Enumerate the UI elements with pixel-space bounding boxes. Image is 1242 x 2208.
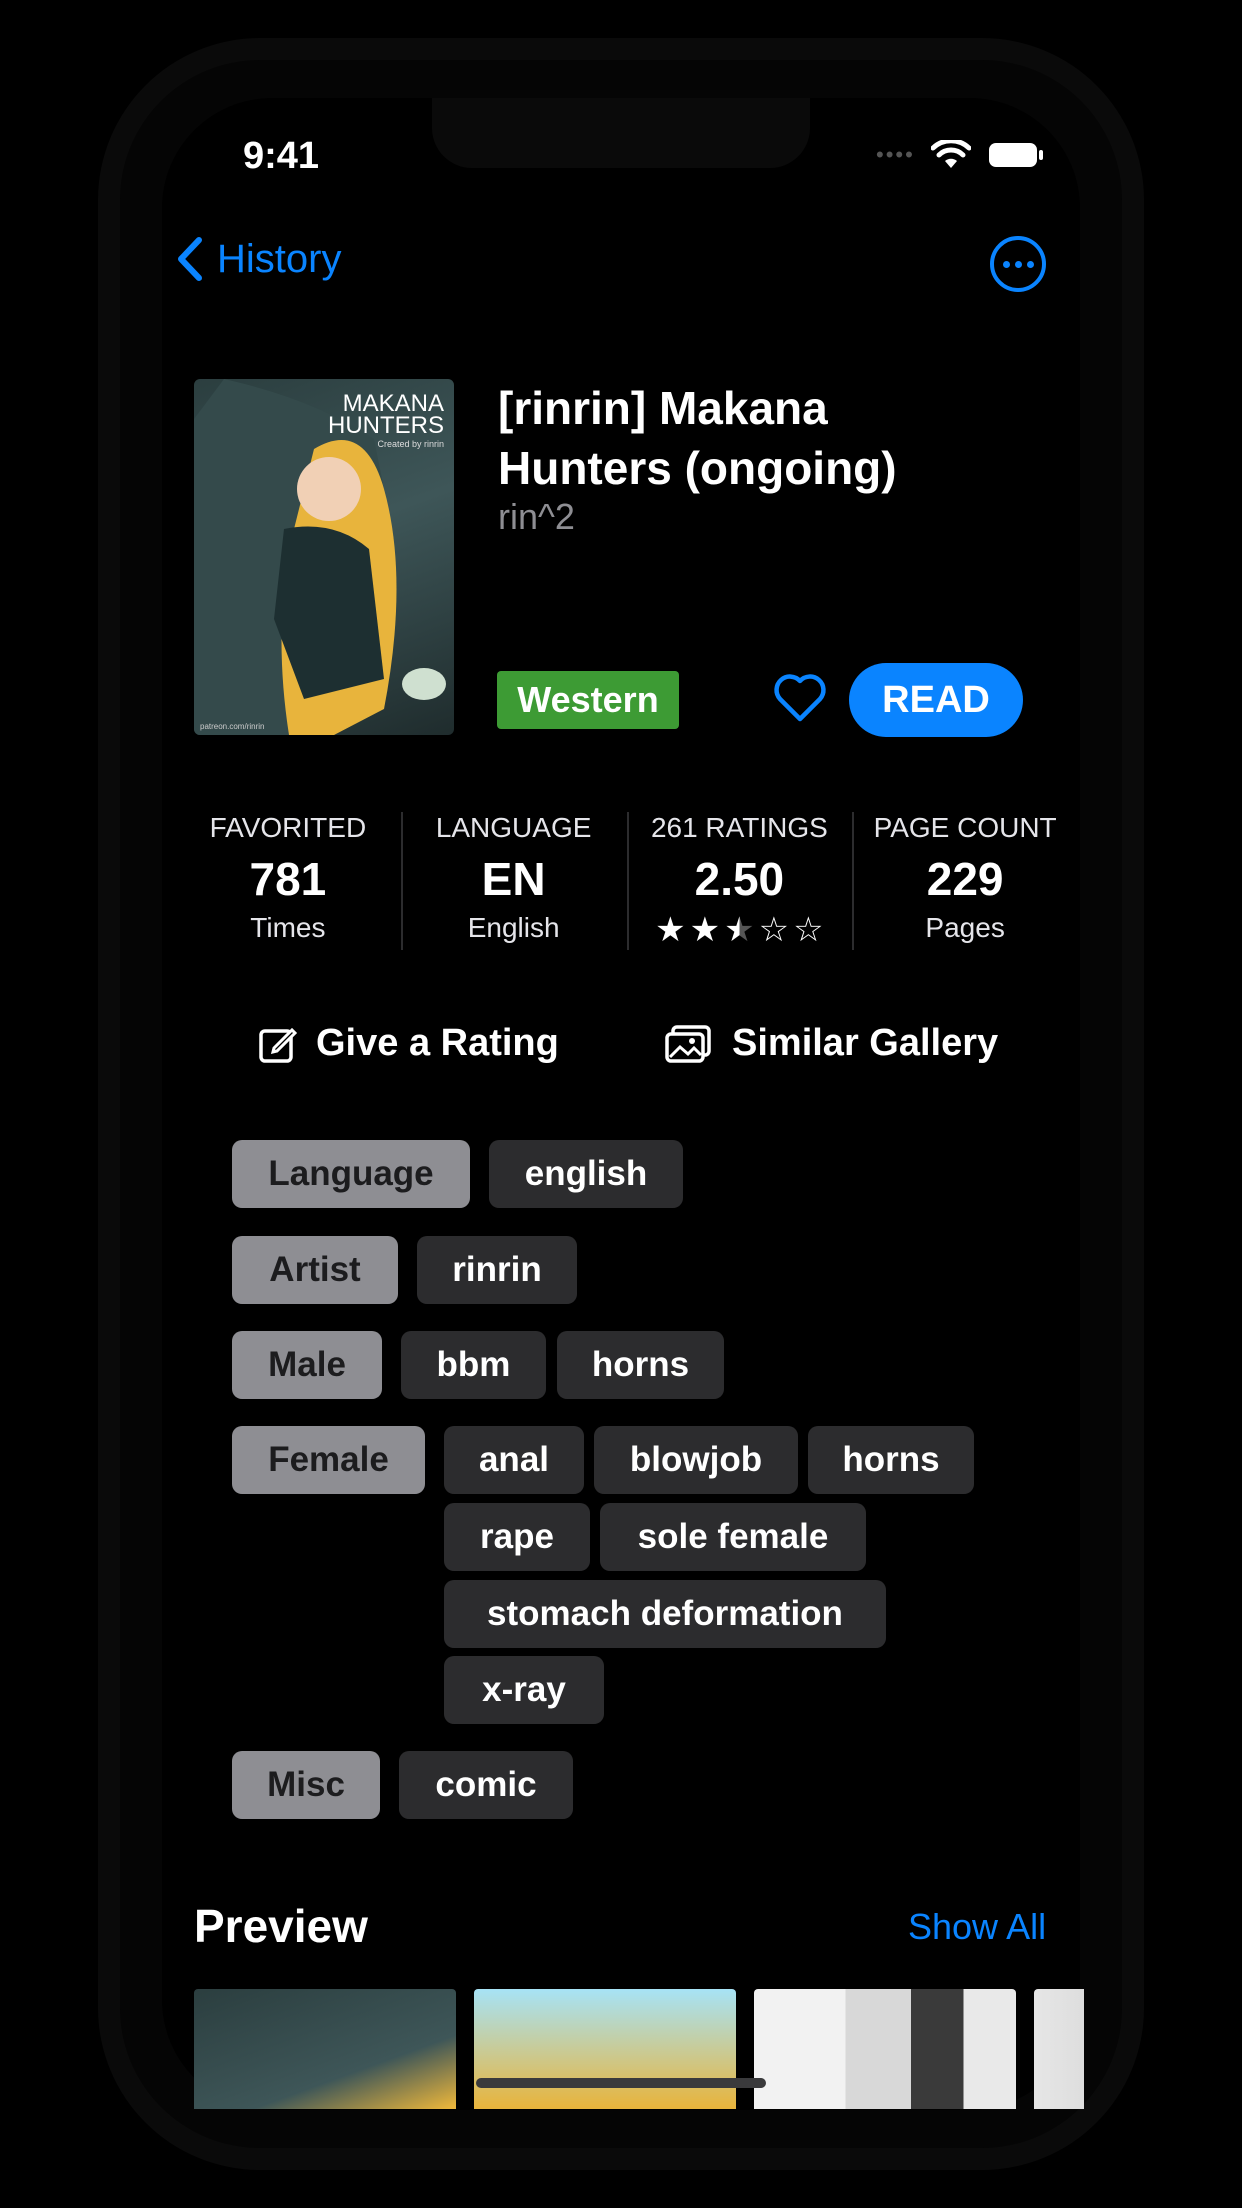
preview-strip[interactable] [194,1989,1084,2109]
tag-namespace-language: Language [232,1140,470,1208]
similar-gallery-button[interactable]: Similar Gallery [664,1022,998,1065]
stats-row: FAVORITED 781 Times LANGUAGE EN English … [175,806,1078,956]
gallery-cover[interactable]: MAKANA HUNTERS Created by rinrin patreon… [194,379,454,735]
tag-item[interactable]: bbm [401,1331,546,1399]
stat-sub: Pages [925,912,1005,943]
cover-credit: Created by rinrin [377,439,444,449]
similar-gallery-label: Similar Gallery [732,1022,999,1064]
tag-namespace-artist: Artist [232,1236,398,1304]
stat-label: 261 RATINGS [650,812,828,843]
more-options-button[interactable] [990,236,1046,292]
tag-item[interactable]: horns [808,1426,974,1494]
preview-thumbnail[interactable] [474,1989,736,2109]
tag-item[interactable]: horns [557,1331,724,1399]
stat-value: 229 [926,853,1004,905]
stat-label: PAGE COUNT [873,812,1057,843]
square-pencil-icon [259,1027,298,1063]
stat-language: LANGUAGE EN English [400,806,627,956]
cover-art: MAKANA HUNTERS Created by rinrin patreon… [194,379,446,735]
heart-icon [774,674,826,722]
status-time: 9:41 [243,135,320,177]
photo-stack-icon [665,1024,711,1063]
stat-value: 781 [249,853,327,905]
tag-item[interactable]: sole female [600,1503,866,1571]
back-button[interactable]: History [175,236,341,282]
preview-thumbnail[interactable] [194,1989,456,2109]
gallery-uploader[interactable]: rin^2 [498,496,575,538]
tag-namespace-misc: Misc [232,1751,380,1819]
star-icon: ★ [655,911,686,949]
chevron-left-icon [178,237,202,281]
cover-footer: patreon.com/rinrin [200,722,264,731]
rating-stars: ★ ★ ★ ☆ ☆ [627,910,853,950]
cover-title-2: HUNTERS [328,412,444,439]
category-badge: Western [497,671,679,729]
preview-heading: Preview [194,1900,368,1952]
tag-item[interactable]: stomach deformation [444,1580,886,1648]
tag-item[interactable]: anal [444,1426,584,1494]
stat-ratings: 261 RATINGS 2.50 ★ ★ ★ ☆ ☆ [626,806,853,956]
tag-item[interactable]: x-ray [444,1656,604,1724]
favorite-button[interactable] [772,673,828,728]
dynamic-island [432,98,810,168]
home-indicator [476,2078,766,2088]
stat-sub: English [467,912,560,943]
star-icon: ★ [724,911,755,949]
ellipsis-icon [1002,260,1010,268]
tag-item[interactable]: rape [444,1503,590,1571]
status-icons: •••• [876,140,1045,170]
show-all-button[interactable]: Show All [908,1906,1046,1948]
stat-pages: PAGE COUNT 229 Pages [852,806,1078,956]
give-rating-button[interactable]: Give a Rating [258,1022,559,1065]
back-label: History [217,236,342,281]
stat-label: LANGUAGE [435,812,592,843]
star-icon: ☆ [758,911,790,949]
stat-value: 2.50 [694,853,785,905]
tag-item[interactable]: blowjob [594,1426,798,1494]
read-button[interactable]: READ [849,663,1023,737]
stat-label: FAVORITED [209,812,367,843]
give-rating-label: Give a Rating [316,1022,559,1064]
tag-item[interactable]: rinrin [417,1236,577,1304]
preview-thumbnail[interactable] [1034,1989,1084,2109]
stat-favorited: FAVORITED 781 Times [175,806,401,956]
battery-icon [988,143,1043,167]
tag-namespace-female: Female [232,1426,425,1494]
tag-namespace-male: Male [232,1331,382,1399]
stat-sub: Times [250,912,326,943]
stat-value: EN [481,853,546,905]
preview-thumbnail[interactable] [754,1989,1016,2109]
tag-item[interactable]: comic [399,1751,573,1819]
signal-icon: •••• [876,142,915,167]
gallery-title: [rinrin] Makana Hunters (ongoing) [498,382,897,494]
star-icon: ★ [689,911,721,949]
tag-item[interactable]: english [489,1140,683,1208]
wifi-icon [930,140,971,168]
star-icon: ☆ [793,911,824,949]
